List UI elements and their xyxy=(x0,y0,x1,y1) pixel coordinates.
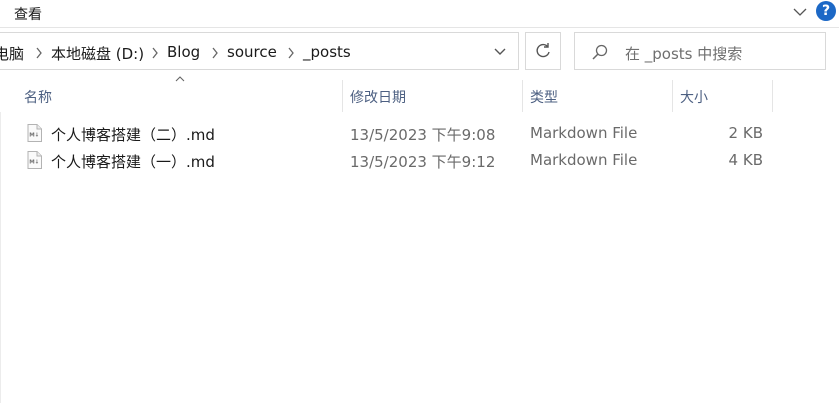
md-file-icon: M↓ xyxy=(27,124,42,142)
crumb-blog[interactable]: Blog xyxy=(167,43,200,61)
column-divider[interactable] xyxy=(342,80,343,112)
crumb-source[interactable]: source xyxy=(227,43,277,61)
crumb-posts[interactable]: _posts xyxy=(303,43,351,61)
column-divider[interactable] xyxy=(672,80,673,112)
refresh-button[interactable] xyxy=(525,32,561,70)
file-type: Markdown File xyxy=(530,124,638,142)
column-divider[interactable] xyxy=(772,80,773,112)
chevron-right-icon xyxy=(36,47,42,59)
ribbon: 查看 ? xyxy=(0,0,839,28)
chevron-right-icon xyxy=(288,47,294,59)
crumb-this-pc[interactable]: 电脑 xyxy=(0,43,24,64)
file-modified: 13/5/2023 下午9:08 xyxy=(350,126,496,144)
address-bar[interactable]: 电脑 本地磁盘 (D:) Blog source _posts xyxy=(0,32,519,70)
svg-text:M↓: M↓ xyxy=(29,159,39,166)
view-tab[interactable]: 查看 xyxy=(14,4,42,24)
file-size: 4 KB xyxy=(728,151,763,169)
search-icon xyxy=(592,44,608,60)
chevron-down-icon[interactable] xyxy=(493,46,507,58)
md-file-icon: M↓ xyxy=(27,151,42,169)
chevron-down-icon[interactable] xyxy=(790,2,810,22)
svg-text:M↓: M↓ xyxy=(29,132,39,139)
file-name[interactable]: 个人博客搭建（一）.md xyxy=(51,151,215,172)
column-header-name[interactable]: 名称 xyxy=(24,87,52,107)
column-header-row: 名称 修改日期 类型 大小 xyxy=(0,72,839,112)
file-modified: 13/5/2023 下午9:12 xyxy=(350,153,496,171)
refresh-icon xyxy=(536,43,550,58)
file-row[interactable]: M↓ 个人博客搭建（二）.md 13/5/2023 下午9:08 Markdow… xyxy=(0,120,839,147)
search-input[interactable]: 在 _posts 中搜索 xyxy=(625,43,742,64)
crumb-local-disk[interactable]: 本地磁盘 (D:) xyxy=(51,43,144,64)
help-icon[interactable]: ? xyxy=(816,1,836,21)
column-header-size[interactable]: 大小 xyxy=(680,87,708,107)
chevron-right-icon xyxy=(152,47,158,59)
search-box[interactable]: 在 _posts 中搜索 xyxy=(574,32,826,70)
column-header-modified[interactable]: 修改日期 xyxy=(350,87,406,107)
file-name[interactable]: 个人博客搭建（二）.md xyxy=(51,124,215,145)
column-header-type[interactable]: 类型 xyxy=(530,87,558,107)
file-size: 2 KB xyxy=(728,124,763,142)
column-divider[interactable] xyxy=(522,80,523,112)
file-row[interactable]: M↓ 个人博客搭建（一）.md 13/5/2023 下午9:12 Markdow… xyxy=(0,147,839,174)
file-type: Markdown File xyxy=(530,151,638,169)
chevron-right-icon xyxy=(212,47,218,59)
